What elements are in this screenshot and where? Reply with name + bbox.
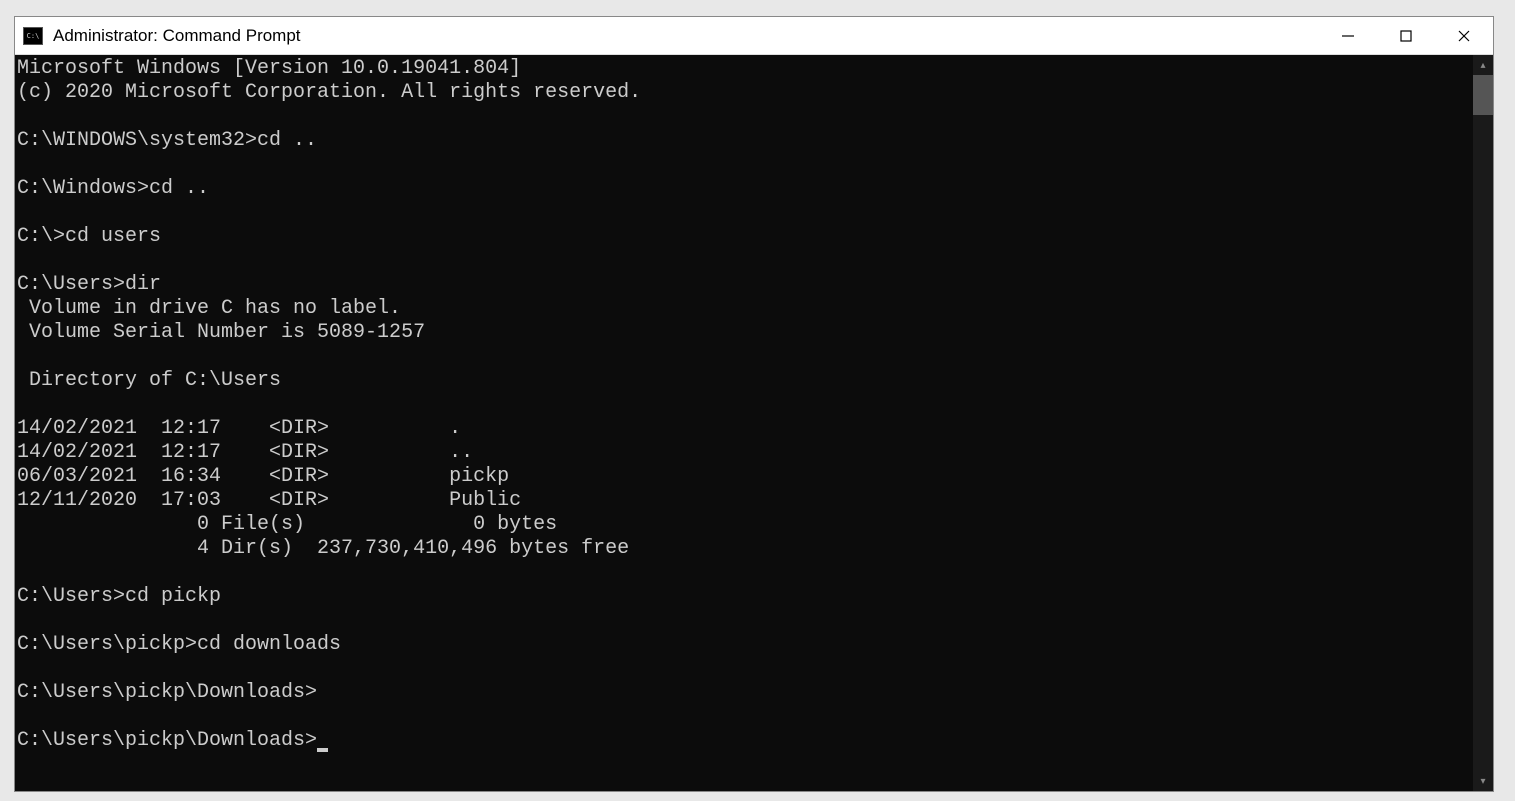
terminal-line: 12/11/2020 17:03 <DIR> Public — [17, 489, 1473, 513]
scroll-thumb[interactable] — [1473, 75, 1493, 115]
terminal-line: 4 Dir(s) 237,730,410,496 bytes free — [17, 537, 1473, 561]
terminal-line: 06/03/2021 16:34 <DIR> pickp — [17, 465, 1473, 489]
terminal-line: C:\>cd users — [17, 225, 1473, 249]
terminal-line — [17, 201, 1473, 225]
maximize-icon — [1399, 29, 1413, 43]
terminal-output[interactable]: Microsoft Windows [Version 10.0.19041.80… — [15, 55, 1473, 791]
window-title: Administrator: Command Prompt — [53, 26, 1319, 46]
window-controls — [1319, 17, 1493, 54]
terminal-line — [17, 153, 1473, 177]
cmd-icon — [23, 27, 43, 45]
minimize-button[interactable] — [1319, 17, 1377, 54]
scroll-down-button[interactable]: ▾ — [1473, 771, 1493, 791]
terminal-line: (c) 2020 Microsoft Corporation. All righ… — [17, 81, 1473, 105]
terminal-line: C:\Windows>cd .. — [17, 177, 1473, 201]
close-icon — [1457, 29, 1471, 43]
terminal-line — [17, 393, 1473, 417]
terminal-area: Microsoft Windows [Version 10.0.19041.80… — [15, 55, 1493, 791]
terminal-line: C:\Users>dir — [17, 273, 1473, 297]
terminal-line: Volume Serial Number is 5089-1257 — [17, 321, 1473, 345]
terminal-line: 14/02/2021 12:17 <DIR> .. — [17, 441, 1473, 465]
maximize-button[interactable] — [1377, 17, 1435, 54]
terminal-line: Directory of C:\Users — [17, 369, 1473, 393]
terminal-line — [17, 657, 1473, 681]
close-button[interactable] — [1435, 17, 1493, 54]
terminal-line: Volume in drive C has no label. — [17, 297, 1473, 321]
title-bar[interactable]: Administrator: Command Prompt — [15, 17, 1493, 55]
minimize-icon — [1341, 29, 1355, 43]
terminal-line: 14/02/2021 12:17 <DIR> . — [17, 417, 1473, 441]
terminal-prompt-line[interactable]: C:\Users\pickp\Downloads> — [17, 729, 1473, 753]
terminal-line — [17, 561, 1473, 585]
terminal-line: C:\WINDOWS\system32>cd .. — [17, 129, 1473, 153]
terminal-line — [17, 609, 1473, 633]
terminal-line: C:\Users>cd pickp — [17, 585, 1473, 609]
scroll-up-button[interactable]: ▴ — [1473, 55, 1493, 75]
terminal-line — [17, 105, 1473, 129]
terminal-line: 0 File(s) 0 bytes — [17, 513, 1473, 537]
terminal-line: Microsoft Windows [Version 10.0.19041.80… — [17, 57, 1473, 81]
terminal-prompt: C:\Users\pickp\Downloads> — [17, 729, 317, 752]
terminal-line — [17, 249, 1473, 273]
cursor — [317, 748, 328, 752]
terminal-line: C:\Users\pickp>cd downloads — [17, 633, 1473, 657]
scrollbar[interactable]: ▴ ▾ — [1473, 55, 1493, 791]
terminal-line — [17, 345, 1473, 369]
command-prompt-window: Administrator: Command Prompt Microsoft … — [14, 16, 1494, 792]
terminal-line — [17, 705, 1473, 729]
terminal-line: C:\Users\pickp\Downloads> — [17, 681, 1473, 705]
